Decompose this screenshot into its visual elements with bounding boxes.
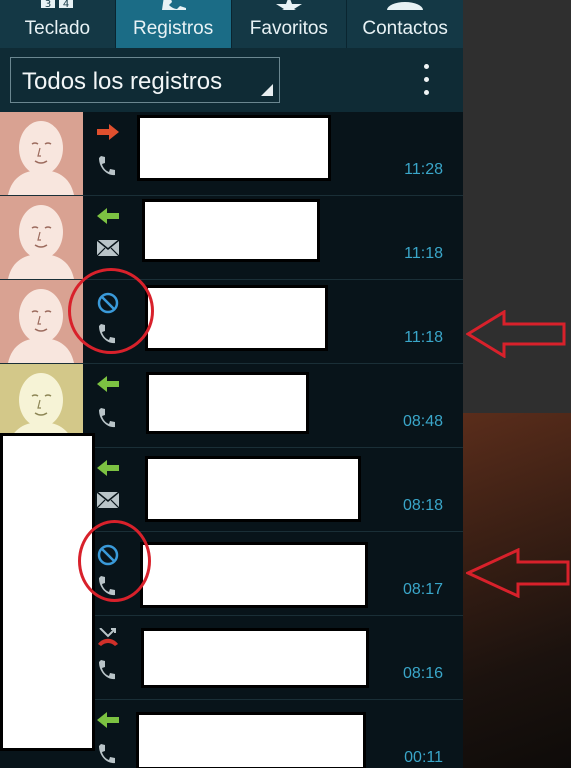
tab-label: Teclado [24,18,91,39]
log-filter-value: Todos los registros [22,68,223,95]
dropdown-corner-icon [261,84,273,96]
redacted-contact-info [137,115,331,181]
incoming-arrow-icon [97,376,119,397]
call-time: 08:48 [402,413,443,430]
tab-label: Registros [133,18,214,39]
call-log-row[interactable]: 11:18 [0,196,463,280]
menu-dot-icon [424,64,429,69]
overflow-menu-button[interactable] [414,60,438,100]
log-filter-dropdown[interactable]: Todos los registros [10,57,280,103]
tab-logs[interactable]: Registros [115,0,232,48]
annotation-arrow-icon [466,310,566,358]
svg-text:4: 4 [63,0,69,9]
incoming-arrow-icon [97,712,119,733]
phone-handset-icon [97,408,115,435]
redacted-contact-info [145,456,361,522]
phone-handset-icon [97,660,115,687]
call-time: 11:18 [404,329,443,346]
envelope-icon [96,491,120,513]
call-status-icons [93,448,125,531]
outgoing-call-arrow-icon [97,124,119,145]
redacted-contact-info [141,628,369,688]
redacted-contact-info [145,285,328,351]
call-log-panel: 3 4 Teclado Registros Favoritos Contacto… [0,0,463,768]
contact-avatar-icon [0,196,83,279]
tab-favorites[interactable]: Favoritos [232,0,348,48]
person-icon [385,0,425,18]
phone-icon [160,0,187,15]
call-status-icons [93,196,125,279]
incoming-arrow-icon [97,460,119,481]
call-status-icons [93,700,125,768]
tab-label: Contactos [362,18,448,39]
annotation-circle [78,520,151,602]
call-status-icons [93,112,125,195]
tab-keypad[interactable]: 3 4 Teclado [0,0,116,48]
tab-label: Favoritos [249,18,328,39]
redacted-contact-info [146,372,309,434]
call-status-icons [93,616,125,699]
phone-handset-icon [97,156,115,183]
toolbar: Todos los registros [0,48,463,112]
call-status-icons [93,364,125,447]
call-time: 08:17 [402,581,443,598]
call-time: 08:16 [402,665,443,682]
redacted-contact-info [140,542,368,608]
svg-text:3: 3 [45,0,51,9]
call-time: 08:18 [402,497,443,514]
call-time: 00:11 [404,749,443,766]
background-area [463,0,571,768]
call-log-row[interactable]: 11:28 [0,112,463,196]
phone-handset-icon [97,744,115,768]
keypad-icon: 3 4 [40,0,74,14]
annotation-arrow-icon [466,548,570,598]
call-time: 11:28 [404,161,443,178]
call-time: 11:18 [404,245,443,262]
incoming-arrow-icon [97,208,119,229]
redacted-contact-info [142,199,320,262]
redacted-avatar-block [0,433,95,751]
contact-avatar-icon [0,112,83,195]
annotation-circle [68,268,154,354]
tab-contacts[interactable]: Contactos [347,0,463,48]
missed-call-icon [97,627,119,651]
redacted-contact-info [136,712,366,768]
envelope-icon [96,239,120,261]
tab-bar: 3 4 Teclado Registros Favoritos Contacto… [0,0,463,48]
star-icon [275,0,302,15]
menu-dot-icon [424,77,429,82]
menu-dot-icon [424,90,429,95]
